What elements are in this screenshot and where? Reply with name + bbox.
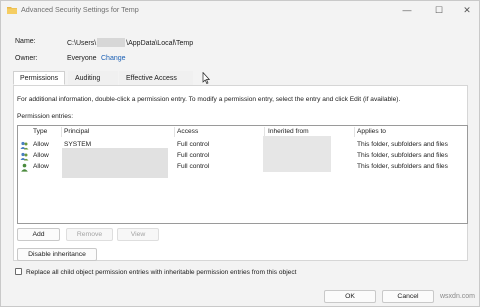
info-text: For additional information, double-click… [17,96,401,103]
entry-access: Full control [177,152,210,159]
cancel-button[interactable]: Cancel [382,290,434,303]
mouse-cursor-icon [202,72,210,84]
replace-child-permissions-option[interactable]: Replace all child object permission entr… [15,268,296,276]
redacted-username [97,38,126,47]
entry-applies-to: This folder, subfolders and files [357,152,448,159]
column-divider [354,127,355,137]
name-suffix: \AppData\Local\Temp [126,40,194,47]
folder-icon [7,7,17,14]
column-header-access[interactable]: Access [177,128,198,135]
owner-label: Owner: [15,55,38,62]
permissions-panel: For additional information, double-click… [13,85,468,261]
users-icon [20,141,29,150]
users-icon [20,152,29,161]
entry-access: Full control [177,163,210,170]
add-button[interactable]: Add [17,228,60,241]
object-name: C:\Users\ \AppData\Local\Temp [67,38,193,47]
permission-entry-row[interactable]: Allow SYSTEM Full control This folder, s… [18,140,467,151]
column-divider [61,127,62,137]
watermark: wsxdn.com [440,293,476,300]
owner-value: Everyone [67,55,97,62]
entry-applies-to: This folder, subfolders and files [357,163,448,170]
user-icon [21,163,28,172]
column-header-applies-to[interactable]: Applies to [357,128,386,135]
tab-effective-access[interactable]: Effective Access [119,71,193,85]
entry-principal: SYSTEM [64,141,92,148]
replace-child-permissions-checkbox[interactable] [15,268,22,275]
name-label: Name: [15,38,36,45]
title-bar[interactable]: Advanced Security Settings for Temp — ☐ … [1,1,479,19]
column-header-type[interactable]: Type [33,128,47,135]
column-header-inherited-from[interactable]: Inherited from [268,128,309,135]
permission-entry-row[interactable]: Allow Full control This folder, subfolde… [18,162,467,173]
tab-auditing[interactable]: Auditing [68,71,118,85]
entry-type: Allow [33,141,49,148]
disable-inheritance-button[interactable]: Disable inheritance [17,248,97,261]
permission-entries-label: Permission entries: [17,113,74,120]
tab-permissions[interactable]: Permissions [13,71,65,85]
minimize-button[interactable]: — [393,1,421,19]
entry-access: Full control [177,141,210,148]
remove-button[interactable]: Remove [66,228,113,241]
security-settings-window: Advanced Security Settings for Temp — ☐ … [0,0,480,307]
maximize-button[interactable]: ☐ [425,1,453,19]
view-button[interactable]: View [117,228,159,241]
change-owner-link[interactable]: Change [101,55,126,62]
entry-applies-to: This folder, subfolders and files [357,141,448,148]
close-button[interactable]: ✕ [453,1,480,19]
replace-child-permissions-label: Replace all child object permission entr… [26,269,297,276]
column-divider [174,127,175,137]
window-title: Advanced Security Settings for Temp [21,5,139,14]
permission-entry-row[interactable]: Allow Full control This folder, subfolde… [18,151,467,162]
name-prefix: C:\Users\ [67,40,97,47]
ok-button[interactable]: OK [324,290,376,303]
entry-type: Allow [33,163,49,170]
column-header-principal[interactable]: Principal [64,128,89,135]
permission-entries-list[interactable]: Type Principal Access Inherited from App… [17,125,468,224]
entry-type: Allow [33,152,49,159]
